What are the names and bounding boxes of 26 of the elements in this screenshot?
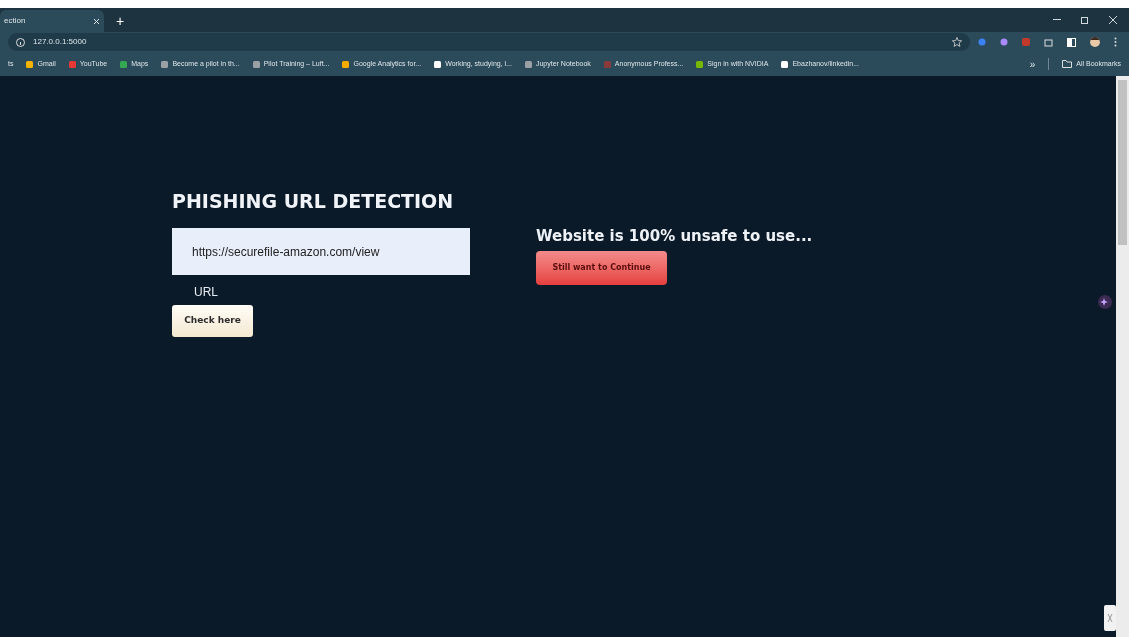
tab-title: ection (4, 15, 26, 27)
extension-icon[interactable] (978, 38, 986, 46)
extension-icon[interactable] (1000, 38, 1008, 46)
side-panel-icon[interactable] (1067, 37, 1076, 47)
restore-icon[interactable] (1081, 16, 1089, 24)
result-message: Website is 100% unsafe to use... (536, 226, 813, 247)
url-label: URL (194, 284, 218, 301)
info-icon (16, 37, 25, 47)
address-bar[interactable]: 127.0.0.1:5000 (8, 33, 970, 51)
page-title: PHISHING URL DETECTION (172, 189, 455, 214)
check-button[interactable]: Check here (172, 305, 253, 337)
continue-button[interactable]: Still want to Continue (536, 250, 667, 285)
menu-icon[interactable] (1114, 37, 1117, 47)
scrollbar-thumb[interactable] (1118, 80, 1127, 245)
browser-tab[interactable]: ection (0, 10, 104, 32)
minimize-icon[interactable] (1053, 19, 1061, 21)
folder-icon (1062, 60, 1073, 68)
sparkle-icon[interactable] (1098, 295, 1112, 309)
star-icon[interactable] (952, 37, 962, 47)
close-icon[interactable] (1109, 16, 1117, 24)
close-icon[interactable] (93, 17, 100, 25)
new-tab-button[interactable]: + (104, 10, 137, 32)
more-bookmarks-button[interactable]: » (1029, 56, 1036, 72)
url-input-field[interactable]: https://securefile-amazon.com/view (172, 228, 470, 275)
avatar-icon[interactable] (1090, 37, 1100, 47)
address-text: 127.0.0.1:5000 (33, 36, 87, 48)
